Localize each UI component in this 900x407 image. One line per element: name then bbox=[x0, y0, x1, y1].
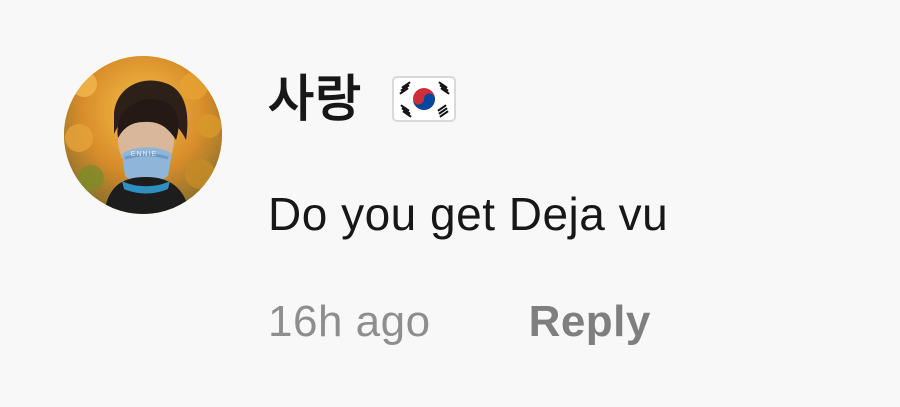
username[interactable]: 사랑 bbox=[268, 74, 362, 124]
username-row: 사랑 bbox=[268, 62, 456, 136]
comment-meta: 16h ago Reply bbox=[268, 292, 651, 352]
comment-text: Do you get Deja vu bbox=[268, 188, 669, 240]
svg-text:ENNIE: ENNIE bbox=[131, 151, 157, 158]
reply-button[interactable]: Reply bbox=[529, 297, 651, 347]
south-korea-flag-icon bbox=[392, 76, 456, 122]
avatar[interactable]: ENNIE bbox=[64, 56, 222, 214]
comment-item: ENNIE 사랑 Do you get Deja vu 16h ago Repl… bbox=[0, 0, 900, 407]
avatar-image: ENNIE bbox=[64, 56, 222, 214]
timestamp: 16h ago bbox=[268, 297, 431, 346]
